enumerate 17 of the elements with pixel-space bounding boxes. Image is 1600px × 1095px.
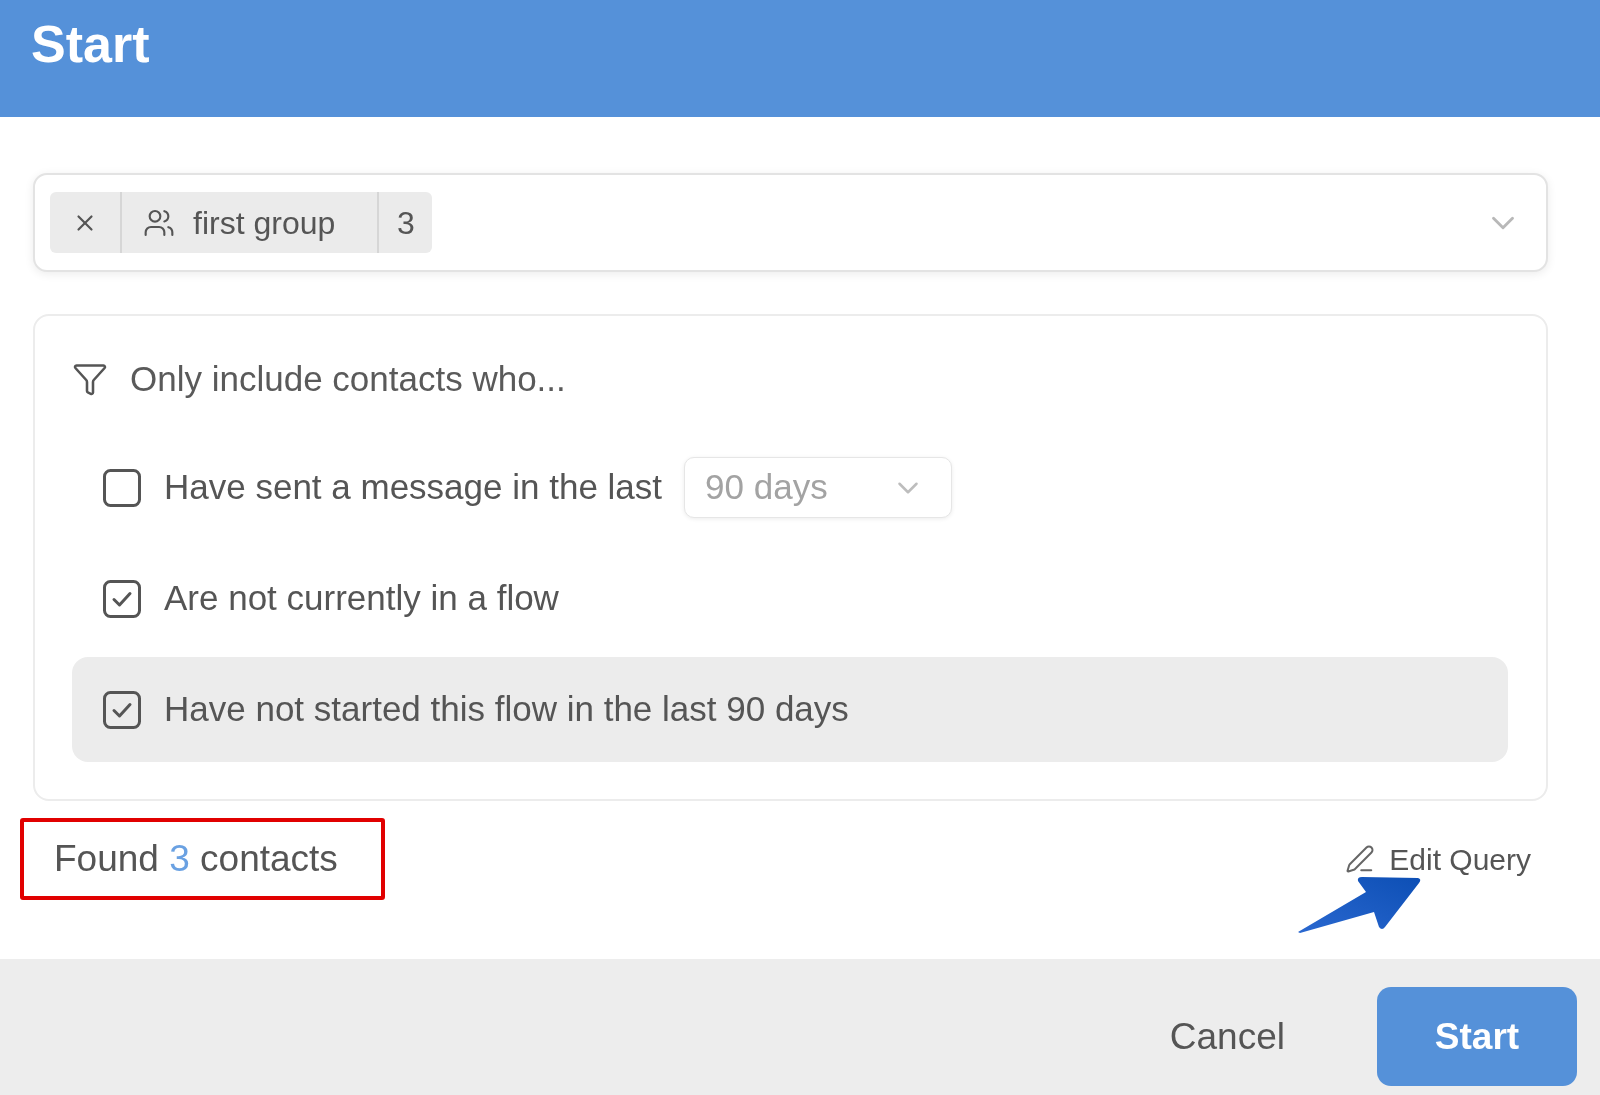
dialog-title: Start (31, 15, 150, 73)
edit-query-link[interactable]: Edit Query (1345, 839, 1531, 879)
checkbox[interactable] (103, 468, 141, 507)
found-contacts-text: Found 3 contacts (54, 837, 338, 882)
checkbox[interactable] (103, 579, 141, 618)
member-count: 3 (396, 203, 415, 243)
group-name: first group (193, 203, 336, 243)
filter-option-label: Are not currently in a flow (164, 577, 559, 620)
filter-title: Only include contacts who... (130, 357, 566, 400)
funnel-icon (72, 361, 108, 397)
cancel-button[interactable]: Cancel (1159, 987, 1295, 1086)
group-selector[interactable]: first group 3 (33, 173, 1548, 272)
start-button[interactable]: Start (1377, 987, 1577, 1086)
filter-option-label: Have not started this flow in the last 90 days (164, 688, 849, 731)
checkbox[interactable] (103, 690, 141, 729)
pencil-icon (1345, 844, 1376, 874)
filter-option-label: Have sent a message in the last (164, 466, 663, 509)
